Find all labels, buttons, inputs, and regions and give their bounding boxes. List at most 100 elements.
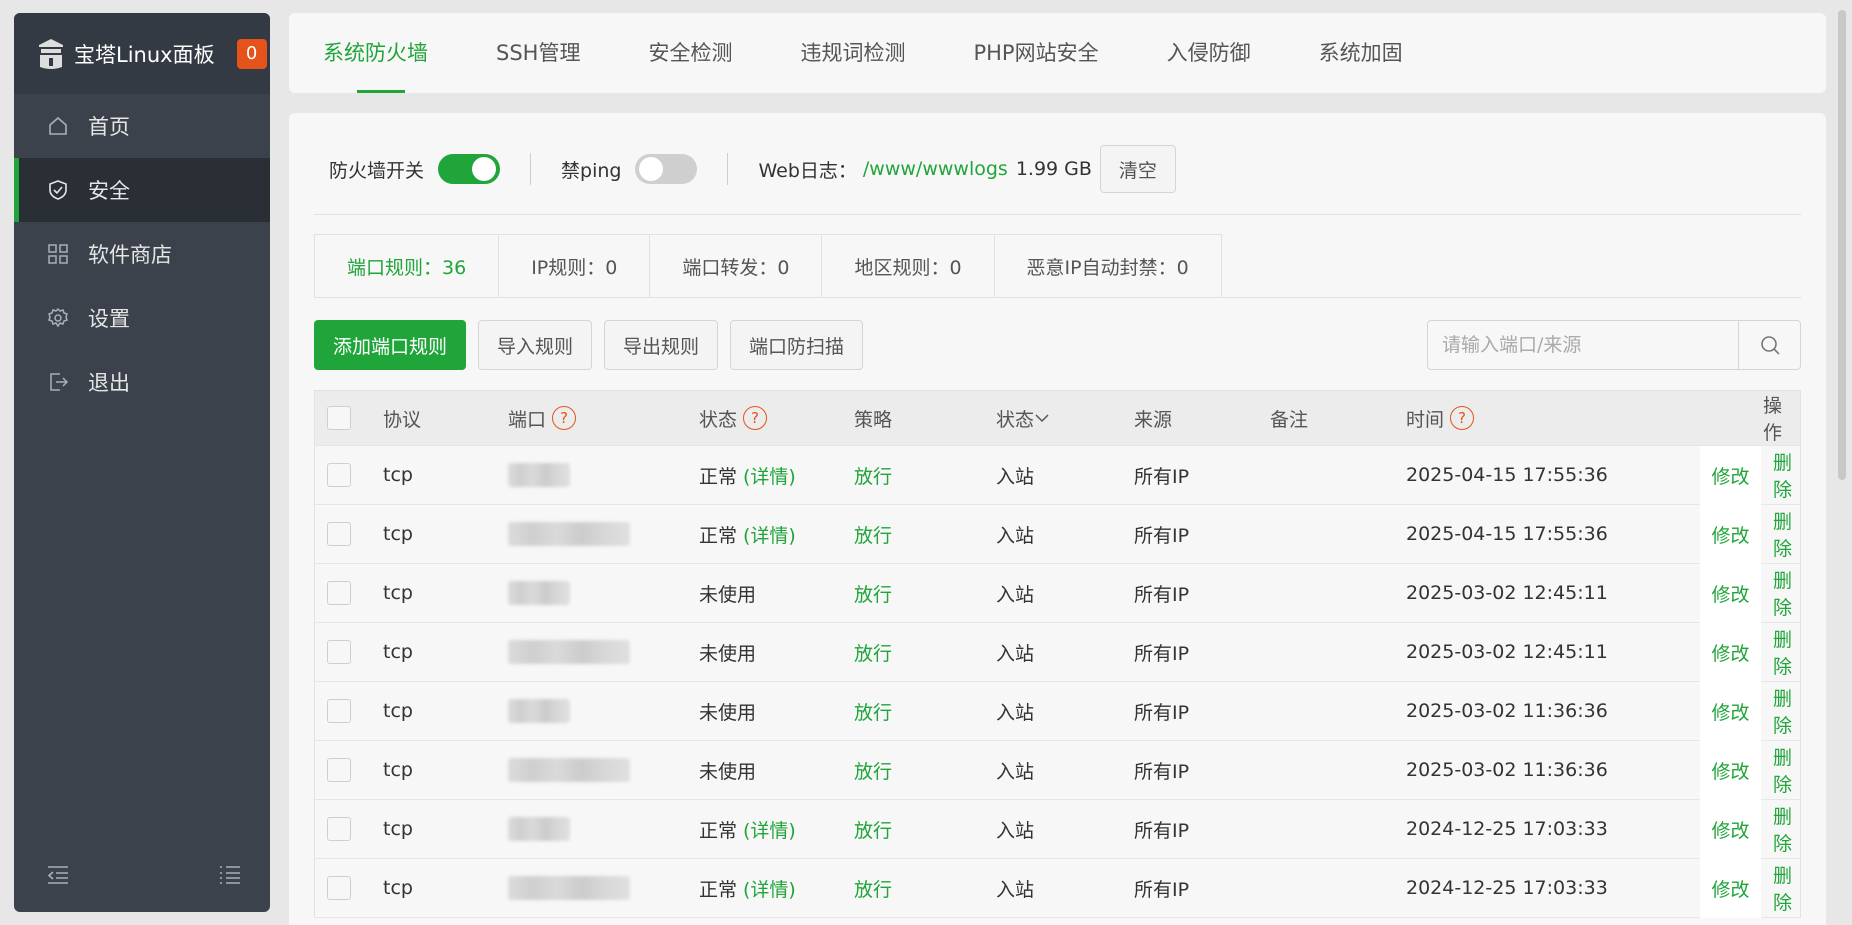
firewall-toolbar: 防火墙开关 禁ping Web日志： /www/wwwlogs 1.99 GB … [329, 143, 1176, 195]
cell-status: 正常 (详情) [699, 462, 796, 489]
table-row: tcp 未使用 放行 入站 所有IP 2025-03-02 11:36:36 修… [315, 681, 1800, 741]
row-checkbox[interactable] [327, 581, 351, 605]
delete-link[interactable]: 删除 [1773, 743, 1800, 797]
firewall-toggle[interactable] [438, 154, 501, 184]
delete-link[interactable]: 删除 [1773, 684, 1800, 738]
add-port-rule-button[interactable]: 添加端口规则 [314, 320, 467, 370]
header-direction[interactable]: 状态 [996, 405, 1050, 432]
cell-time: 2024-12-25 17:03:33 [1406, 818, 1608, 840]
tab-security-check[interactable]: 安全检测 [648, 13, 732, 93]
delete-link[interactable]: 删除 [1773, 625, 1800, 679]
row-checkbox[interactable] [327, 640, 351, 664]
weblog-path-link[interactable]: /www/wwwlogs [863, 158, 1008, 180]
edit-link[interactable]: 修改 [1700, 799, 1761, 859]
port-scan-protect-button[interactable]: 端口防扫描 [730, 320, 864, 370]
delete-link[interactable]: 删除 [1773, 507, 1800, 561]
header-protocol: 协议 [383, 408, 422, 431]
tab-ssh[interactable]: SSH管理 [496, 13, 580, 93]
collapse-sidebar-icon[interactable] [46, 864, 70, 886]
cell-status: 正常 (详情) [699, 875, 796, 902]
help-icon[interactable]: ? [743, 406, 768, 430]
cell-time: 2025-04-15 17:55:36 [1406, 464, 1608, 486]
import-rules-button[interactable]: 导入规则 [478, 320, 593, 370]
search-icon [1760, 336, 1780, 355]
row-checkbox[interactable] [327, 463, 351, 487]
cell-protocol: tcp [383, 877, 413, 899]
cell-policy: 放行 [854, 583, 893, 606]
search-input[interactable] [1428, 321, 1738, 369]
sidebar-item-home[interactable]: 首页 [14, 94, 270, 158]
detail-link[interactable]: (详情) [743, 521, 796, 548]
menu-list-icon[interactable] [218, 864, 242, 886]
delete-link[interactable]: 删除 [1773, 566, 1800, 620]
row-checkbox[interactable] [327, 522, 351, 546]
edit-link[interactable]: 修改 [1700, 740, 1761, 800]
export-rules-button[interactable]: 导出规则 [604, 320, 719, 370]
tab-auto-ban[interactable]: 恶意IP自动封禁：0 [994, 235, 1221, 298]
row-checkbox[interactable] [327, 758, 351, 782]
clear-log-button[interactable]: 清空 [1099, 145, 1176, 193]
edit-link[interactable]: 修改 [1700, 622, 1761, 682]
page-scrollbar[interactable] [1838, 10, 1846, 480]
cell-port-redacted [508, 817, 570, 841]
cell-policy: 放行 [854, 819, 893, 842]
cell-source: 所有IP [1134, 760, 1190, 783]
edit-link[interactable]: 修改 [1700, 563, 1761, 623]
cell-direction: 入站 [996, 878, 1035, 901]
tab-word-check[interactable]: 违规词检测 [800, 13, 905, 93]
table-row: tcp 正常 (详情) 放行 入站 所有IP 2025-04-15 17:55:3… [315, 445, 1800, 505]
search-button[interactable] [1738, 321, 1800, 369]
rule-tabs: 端口规则：36 IP规则：0 端口转发：0 地区规则：0 恶意IP自动封禁：0 [314, 234, 1222, 298]
sidebar-item-settings[interactable]: 设置 [14, 286, 270, 350]
row-checkbox[interactable] [327, 699, 351, 723]
home-icon [46, 114, 70, 138]
cell-policy: 放行 [854, 760, 893, 783]
cell-status: 未使用 [699, 698, 762, 725]
header-port-label: 端口 [508, 408, 547, 431]
divider [727, 153, 729, 185]
row-checkbox[interactable] [327, 876, 351, 900]
tab-region-rules[interactable]: 地区规则：0 [822, 235, 995, 298]
cell-status: 正常 (详情) [699, 816, 796, 843]
cell-port-redacted [508, 463, 570, 487]
edit-link[interactable]: 修改 [1700, 858, 1761, 918]
cell-policy: 放行 [854, 465, 893, 488]
header-note: 备注 [1270, 408, 1309, 431]
ping-label: 禁ping [561, 159, 622, 182]
tab-hardening[interactable]: 系统加固 [1319, 13, 1403, 93]
edit-link[interactable]: 修改 [1700, 504, 1761, 564]
tab-ip-rules[interactable]: IP规则：0 [499, 235, 651, 298]
cell-protocol: tcp [383, 464, 413, 486]
help-icon[interactable]: ? [552, 406, 577, 430]
sidebar-item-security[interactable]: 安全 [14, 158, 270, 222]
cell-time: 2024-12-25 17:03:33 [1406, 877, 1608, 899]
delete-link[interactable]: 删除 [1773, 802, 1800, 856]
tab-php-security[interactable]: PHP网站安全 [973, 13, 1098, 93]
tab-intrusion[interactable]: 入侵防御 [1167, 13, 1251, 93]
edit-link[interactable]: 修改 [1700, 681, 1761, 741]
delete-link[interactable]: 删除 [1773, 861, 1800, 915]
row-checkbox[interactable] [327, 817, 351, 841]
tab-port-rules[interactable]: 端口规则：36 [315, 235, 500, 298]
detail-link[interactable]: (详情) [743, 875, 796, 902]
firewall-panel: 防火墙开关 禁ping Web日志： /www/wwwlogs 1.99 GB … [289, 113, 1826, 925]
detail-link[interactable]: (详情) [743, 462, 796, 489]
sidebar-item-logout[interactable]: 退出 [14, 350, 270, 414]
help-icon[interactable]: ? [1450, 406, 1475, 430]
sidebar-item-label: 设置 [88, 307, 130, 331]
tab-port-forward[interactable]: 端口转发：0 [650, 235, 823, 298]
divider [530, 153, 532, 185]
sidebar-item-store[interactable]: 软件商店 [14, 222, 270, 286]
cell-port-redacted [508, 876, 630, 900]
tab-firewall[interactable]: 系统防火墙 [323, 13, 428, 93]
status-text: 未使用 [699, 642, 757, 665]
delete-link[interactable]: 删除 [1773, 448, 1800, 502]
select-all-checkbox[interactable] [327, 406, 351, 430]
ping-toggle[interactable] [635, 154, 698, 184]
status-text: 未使用 [699, 583, 757, 606]
edit-link[interactable]: 修改 [1700, 445, 1761, 505]
detail-link[interactable]: (详情) [743, 816, 796, 843]
notification-badge[interactable]: 0 [236, 38, 267, 69]
cell-time: 2025-03-02 11:36:36 [1406, 759, 1608, 781]
header-direction-label: 状态 [996, 408, 1035, 431]
